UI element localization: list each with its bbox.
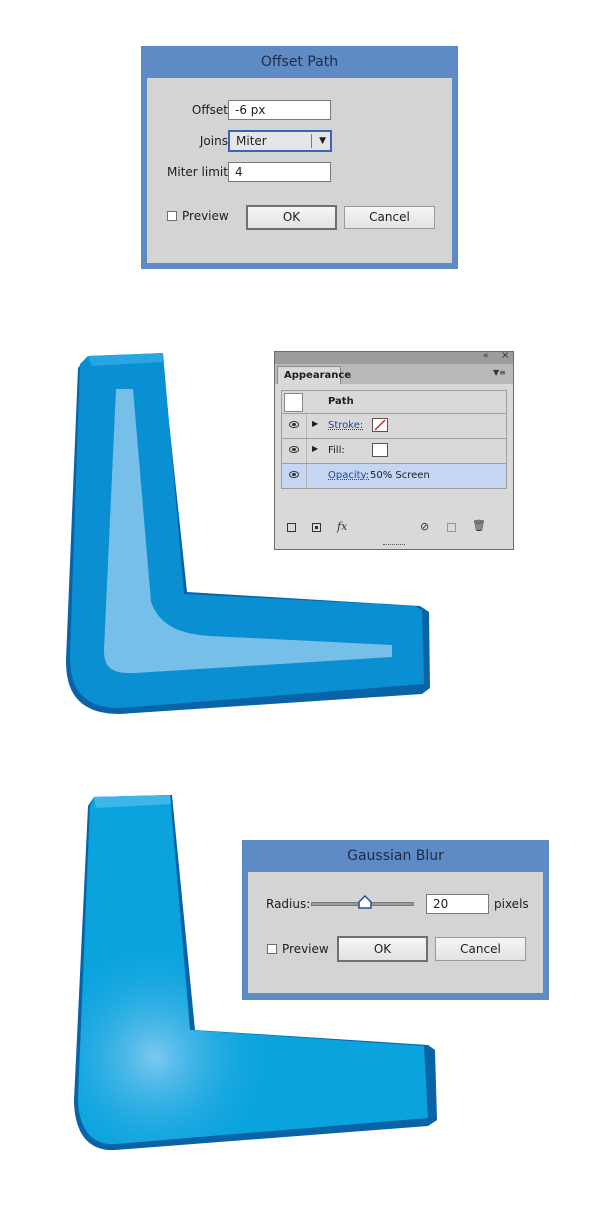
fill-swatch[interactable]	[372, 443, 388, 457]
ok-button[interactable]: OK	[246, 205, 337, 230]
joins-select[interactable]: Miter ▼	[228, 130, 332, 152]
gaussian-blur-body: Radius: 20 pixels Preview OK Cancel	[248, 872, 543, 993]
joins-value: Miter	[236, 134, 267, 148]
cancel-button[interactable]: Cancel	[344, 206, 435, 229]
appearance-panel: « × Appearance ▼≡ Path ▶ Stroke: ▶ Fill:	[274, 350, 514, 550]
chevron-down-icon[interactable]: ▼	[319, 132, 326, 150]
radius-label: Radius:	[266, 897, 311, 911]
opacity-row[interactable]: Opacity: 50% Screen	[281, 464, 507, 489]
eye-icon[interactable]	[289, 471, 299, 478]
duplicate-item-icon[interactable]	[447, 523, 456, 532]
close-icon[interactable]: ×	[501, 350, 509, 361]
row-separator	[306, 439, 307, 463]
row-separator	[306, 414, 307, 438]
offset-path-title: Offset Path	[260, 54, 339, 70]
offset-path-dialog: Offset Path Offset: -6 px Joins: Miter ▼…	[141, 46, 458, 269]
stroke-row[interactable]: ▶ Stroke:	[281, 414, 507, 439]
radius-input[interactable]: 20	[426, 894, 489, 914]
eye-icon[interactable]	[289, 421, 299, 428]
offset-path-body: Offset: -6 px Joins: Miter ▼ Miter limit…	[147, 78, 452, 263]
radius-slider-thumb[interactable]	[358, 895, 372, 909]
clear-appearance-icon[interactable]: ⊘	[420, 520, 429, 533]
miter-limit-input[interactable]: 4	[228, 162, 331, 182]
expand-triangle-icon[interactable]: ▶	[312, 444, 318, 453]
path-thumbnail	[284, 393, 303, 412]
fill-label: Fill:	[328, 445, 345, 456]
opacity-label[interactable]: Opacity:	[328, 470, 369, 481]
preview-checkbox[interactable]	[267, 944, 277, 954]
preview-label: Preview	[282, 942, 329, 956]
cancel-button[interactable]: Cancel	[435, 937, 526, 961]
preview-checkbox[interactable]	[167, 211, 177, 221]
path-row[interactable]: Path	[281, 390, 507, 414]
pixels-label: pixels	[494, 897, 529, 911]
add-new-fill-icon[interactable]	[312, 523, 321, 532]
expand-triangle-icon[interactable]: ▶	[312, 419, 318, 428]
row-separator	[306, 464, 307, 488]
offset-input[interactable]: -6 px	[228, 100, 331, 120]
joins-divider	[311, 134, 312, 148]
stroke-swatch[interactable]	[372, 418, 388, 432]
fx-icon[interactable]: fx	[337, 520, 347, 533]
preview-label: Preview	[182, 209, 229, 223]
miter-limit-label: Miter limit:	[167, 165, 232, 179]
panel-header: « ×	[275, 350, 513, 364]
gaussian-blur-title: Gaussian Blur	[347, 848, 444, 864]
add-new-stroke-icon[interactable]	[287, 523, 296, 532]
path-label: Path	[328, 396, 354, 407]
ok-button[interactable]: OK	[337, 936, 428, 962]
eye-icon[interactable]	[289, 446, 299, 453]
tab-appearance[interactable]: Appearance	[277, 366, 351, 384]
stroke-label[interactable]: Stroke:	[328, 420, 363, 431]
collapse-icon[interactable]: «	[483, 351, 489, 361]
resize-grip[interactable]	[383, 544, 405, 547]
gaussian-blur-dialog: Gaussian Blur Radius: 20 pixels Preview …	[242, 840, 549, 1000]
fill-row[interactable]: ▶ Fill:	[281, 439, 507, 464]
opacity-value: 50% Screen	[370, 470, 430, 481]
offset-label: Offset:	[191, 103, 232, 117]
appearance-content: Path ▶ Stroke: ▶ Fill: Opacity: 50% Scre…	[275, 384, 513, 549]
panel-toolbar: fx ⊘ 🗑	[275, 519, 513, 540]
panel-menu-icon[interactable]: ▼≡	[493, 368, 506, 377]
trash-icon[interactable]: 🗑	[472, 519, 486, 532]
